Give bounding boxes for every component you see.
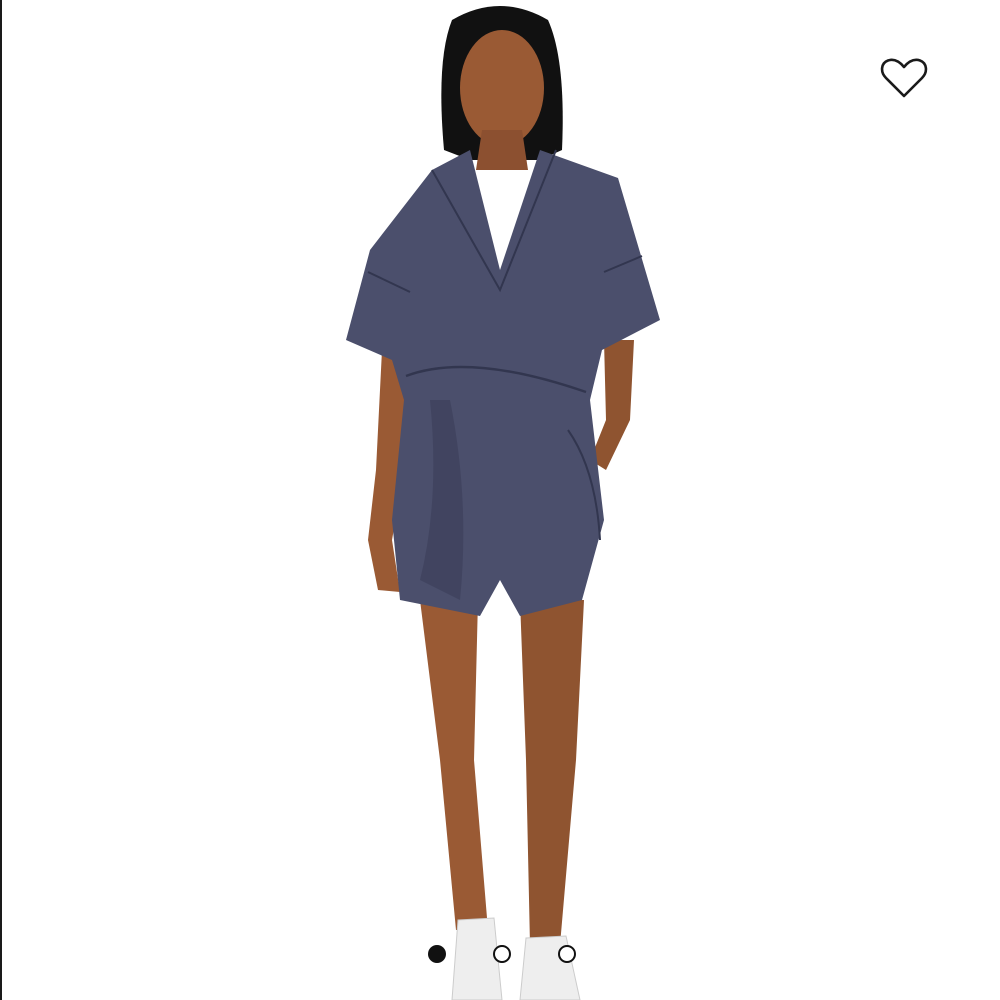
model-right-leg	[520, 600, 584, 945]
carousel-dot-2[interactable]	[493, 945, 511, 963]
carousel-indicators	[428, 943, 576, 965]
model-neck	[476, 130, 528, 170]
carousel-dot-3[interactable]	[558, 945, 576, 963]
favorite-button[interactable]	[878, 54, 930, 102]
product-photo[interactable]	[0, 0, 1000, 1000]
model-left-leg	[420, 600, 488, 930]
model-face	[460, 30, 544, 146]
heart-outline-icon	[880, 58, 928, 98]
carousel-dot-1[interactable]	[428, 945, 446, 963]
product-image-viewer	[0, 0, 1000, 1000]
